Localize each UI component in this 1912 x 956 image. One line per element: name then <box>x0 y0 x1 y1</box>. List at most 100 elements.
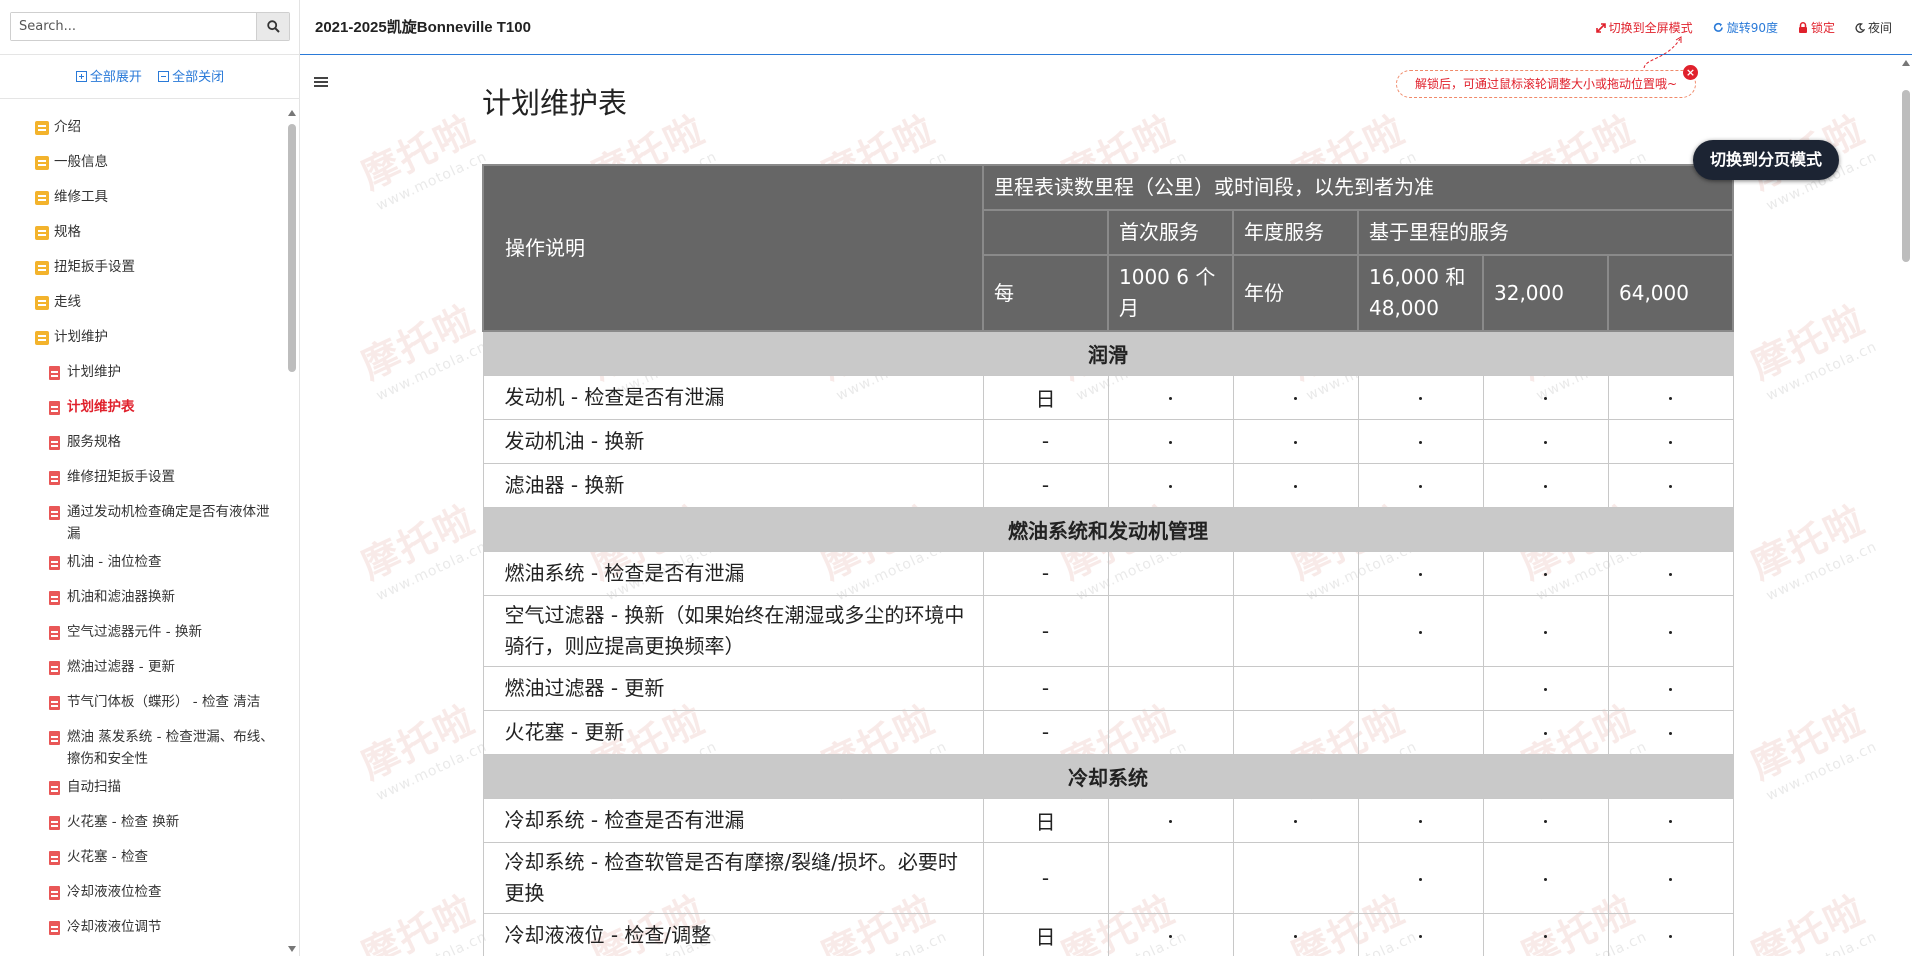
service-dot-icon <box>1544 397 1547 400</box>
sidebar-scrollbar[interactable] <box>288 110 296 952</box>
service-dot-icon <box>1419 935 1422 938</box>
sidebar-item[interactable]: 冷却液液位检查 <box>0 875 286 910</box>
manual-title: 2021-2025凯旋Bonneville T100 <box>315 19 531 36</box>
expand-collapse-row: 全部展开 全部关闭 <box>0 66 300 85</box>
collapse-all-button[interactable]: 全部关闭 <box>158 70 224 85</box>
menu-toggle-icon[interactable] <box>314 77 328 89</box>
scroll-up-arrow-icon[interactable] <box>288 110 296 116</box>
document-icon <box>49 661 60 675</box>
sidebar-item[interactable]: 计划维护 <box>0 355 286 390</box>
collapse-all-label: 全部关闭 <box>172 70 225 85</box>
scroll-down-arrow-icon[interactable] <box>288 946 296 952</box>
scrollbar-thumb[interactable] <box>288 124 296 372</box>
every-cell: - <box>982 550 1109 596</box>
sidebar-item-label: 火花塞 - 检查 <box>67 849 148 865</box>
sidebar-item[interactable]: 介绍 <box>0 110 286 145</box>
sidebar-item[interactable]: 机油和滤油器换新 <box>0 580 286 615</box>
expand-all-button[interactable]: 全部展开 <box>75 70 142 85</box>
header-mileage-based: 基于里程的服务 <box>1357 209 1734 256</box>
table-row: 火花塞 - 更新 - <box>482 709 1734 755</box>
document-icon <box>49 851 60 865</box>
interval-cell <box>1607 709 1734 755</box>
rotate-button[interactable]: 旋转90度 <box>1713 19 1778 36</box>
app-window: 全部展开 全部关闭 介绍一般信息维修工具规格扭矩扳手设置走线计划维护计划维护计划… <box>0 0 1912 956</box>
folder-icon <box>35 156 49 170</box>
service-dot-icon <box>1419 877 1422 881</box>
sidebar-item[interactable]: 机油 - 油位检查 <box>0 545 286 580</box>
interval-cell <box>1482 665 1609 711</box>
scrollbar-thumb[interactable] <box>1902 90 1910 262</box>
interval-cell <box>1482 374 1609 420</box>
sidebar-item-label: 服务规格 <box>67 434 121 450</box>
interval-cell <box>1232 550 1359 596</box>
chapter-tree: 介绍 一般信息 维修工具 规格 扭矩扳手设置 走线 计划维护 计划维护 计划维护表 服务规格 维修扭… <box>0 110 286 956</box>
sidebar-item[interactable]: 燃油 蒸发系统 - 检查泄漏、布线、擦伤和安全性 <box>0 720 286 770</box>
search-button[interactable] <box>256 13 289 40</box>
sidebar-item[interactable]: 自动扫描 <box>0 770 286 805</box>
document-icon <box>49 506 60 520</box>
night-mode-button[interactable]: 夜间 <box>1855 19 1892 36</box>
search-input[interactable] <box>11 13 256 40</box>
document-icon <box>49 781 60 795</box>
sidebar-item[interactable]: 计划维护表 <box>0 390 286 425</box>
sidebar-item[interactable]: 通过发动机检查确定是否有液体泄漏 <box>0 495 286 545</box>
service-dot-icon <box>1669 877 1672 881</box>
service-dot-icon <box>1544 732 1547 735</box>
interval-cell <box>1232 665 1359 711</box>
sidebar-item[interactable]: 燃油过滤器 - 更新 <box>0 650 286 685</box>
sidebar-item[interactable]: 服务规格 <box>0 425 286 460</box>
header-16000: 16,000 和 48,000 <box>1357 254 1484 332</box>
interval-cell <box>1107 594 1234 667</box>
sidebar-item[interactable]: 维修扭矩扳手设置 <box>0 460 286 495</box>
section-row: 燃油系统和发动机管理 <box>482 506 1734 552</box>
search-box <box>10 12 290 41</box>
watermark-url: www.motola.cn <box>1764 929 1880 956</box>
interval-cell <box>1232 374 1359 420</box>
sidebar-item-label: 燃油 蒸发系统 - 检查泄漏、布线、擦伤和安全性 <box>67 729 274 767</box>
section-row: 冷却系统 <box>482 753 1734 799</box>
sidebar-item-label: 空气过滤器元件 - 换新 <box>67 624 202 640</box>
sidebar-item-label: 计划维护表 <box>67 399 135 415</box>
sidebar-item[interactable]: 计划维护 <box>0 320 286 355</box>
moon-icon <box>1855 22 1865 33</box>
watermark-text: 摩托啦 <box>1744 887 1872 956</box>
sidebar-item[interactable]: 冷却液液位调节 <box>0 910 286 945</box>
sidebar-item[interactable]: 节气门体板（蝶形） - 检查 清洁 <box>0 685 286 720</box>
lock-icon <box>1798 22 1807 33</box>
service-dot-icon <box>1419 573 1422 576</box>
interval-cell <box>1357 797 1484 843</box>
divider <box>0 54 300 55</box>
sidebar-item[interactable]: 一般信息 <box>0 145 286 180</box>
document-icon <box>49 731 60 745</box>
service-dot-icon <box>1294 397 1297 400</box>
operation-cell: 冷却系统 - 检查软管是否有摩擦/裂缝/损坏。必要时更换 <box>482 841 984 914</box>
interval-cell <box>1357 709 1484 755</box>
watermark-tile: 摩托啦www.motola.cn <box>351 489 489 604</box>
header-first-service: 首次服务 <box>1107 209 1234 256</box>
scroll-up-arrow-icon[interactable] <box>1902 60 1910 66</box>
watermark-text: 摩托啦 <box>1744 297 1872 388</box>
switch-page-mode-button[interactable]: 切换到分页模式 <box>1693 140 1839 180</box>
document-icon <box>49 436 60 450</box>
header-operation: 操作说明 <box>482 164 984 332</box>
service-dot-icon <box>1669 630 1672 634</box>
main-scrollbar[interactable] <box>1900 56 1912 956</box>
sidebar-item-label: 冷却液液位检查 <box>67 884 162 900</box>
sidebar-item[interactable]: 走线 <box>0 285 286 320</box>
lock-button[interactable]: 锁定 <box>1798 19 1835 36</box>
sidebar-item[interactable]: 火花塞 - 检查 换新 <box>0 805 286 840</box>
watermark-text: 摩托啦 <box>354 107 482 198</box>
watermark-url: www.motola.cn <box>1763 738 1880 805</box>
sidebar-item[interactable]: 火花塞 - 检查 <box>0 840 286 875</box>
document-icon <box>49 626 60 640</box>
operation-cell: 发动机 - 检查是否有泄漏 <box>482 374 984 420</box>
sidebar-item[interactable]: 空气过滤器元件 - 换新 <box>0 615 286 650</box>
every-cell: 日 <box>982 912 1109 956</box>
every-cell: 日 <box>982 374 1109 420</box>
sidebar-item-label: 介绍 <box>54 119 81 135</box>
sidebar-item[interactable]: 规格 <box>0 215 286 250</box>
rotate-label: 旋转90度 <box>1726 21 1778 35</box>
sidebar-item[interactable]: 扭矩扳手设置 <box>0 250 286 285</box>
sidebar-item[interactable]: 维修工具 <box>0 180 286 215</box>
interval-cell <box>1607 912 1734 956</box>
